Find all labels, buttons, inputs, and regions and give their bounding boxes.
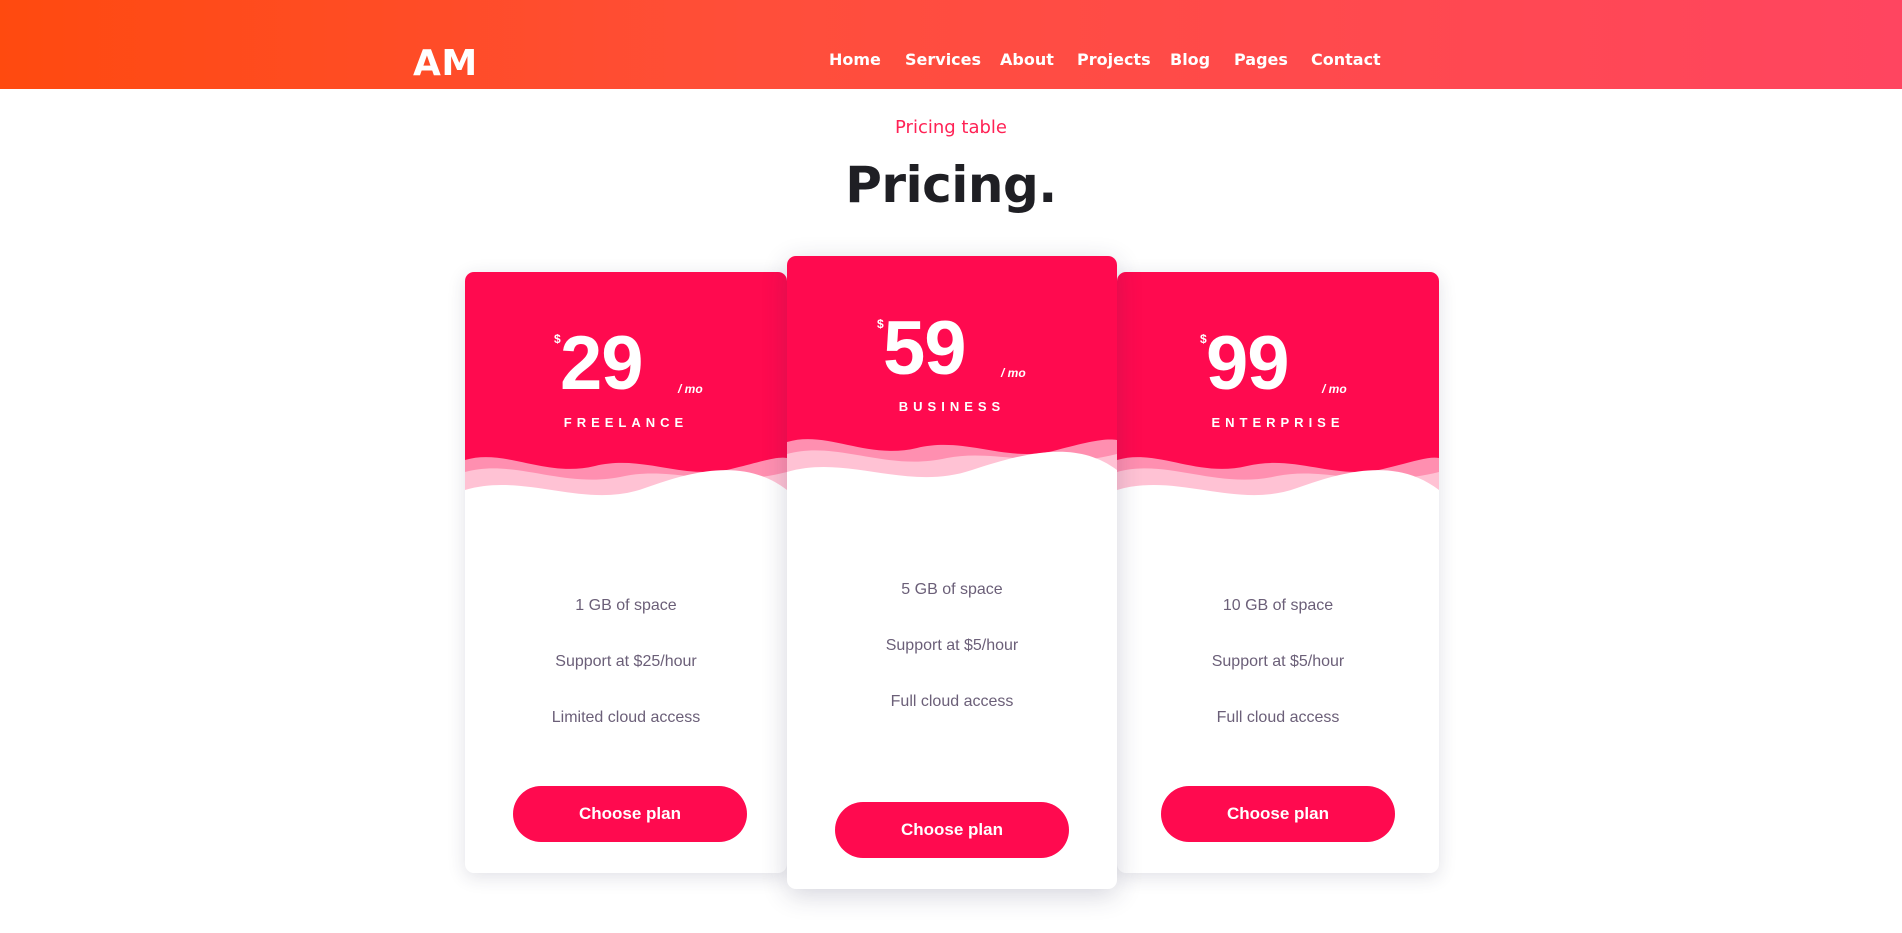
feature-item: 10 GB of space: [1222, 597, 1334, 614]
price-amount: 99: [1206, 321, 1290, 406]
brand-logo[interactable]: AM: [413, 38, 478, 90]
pricing-card-freelance: $ 29 / mo FREELANCE 1 GB of space Suppor…: [465, 272, 787, 873]
nav-item-about[interactable]: About: [1000, 48, 1054, 72]
price-period: / mo: [1322, 382, 1347, 396]
feature-item: Full cloud access: [890, 693, 1014, 710]
feature-item: 1 GB of space: [575, 597, 677, 614]
nav-item-services[interactable]: Services: [905, 48, 981, 72]
section-subtitle: Pricing table: [895, 117, 1007, 138]
nav-item-projects[interactable]: Projects: [1077, 48, 1151, 72]
page-title: Pricing.: [845, 156, 1057, 214]
pricing-card-business: $ 59 / mo BUSINESS 5 GB of space Support…: [787, 256, 1117, 889]
nav-item-pages[interactable]: Pages: [1234, 48, 1288, 72]
nav-item-home[interactable]: Home: [829, 48, 881, 72]
feature-item: Support at $5/hour: [1211, 653, 1345, 670]
choose-plan-button[interactable]: Choose plan: [513, 786, 747, 842]
feature-item: Support at $25/hour: [555, 653, 697, 670]
plan-name: BUSINESS: [898, 399, 1006, 414]
wave-decoration: [787, 439, 1117, 504]
wave-decoration: [1117, 457, 1439, 520]
pricing-card-enterprise: $ 99 / mo ENTERPRISE 10 GB of space Supp…: [1117, 272, 1439, 873]
nav-item-contact[interactable]: Contact: [1311, 48, 1381, 72]
price-amount: 59: [883, 306, 967, 391]
feature-item: Support at $5/hour: [885, 637, 1019, 654]
choose-plan-button[interactable]: Choose plan: [1161, 786, 1395, 842]
plan-name: FREELANCE: [563, 415, 689, 430]
feature-item: Limited cloud access: [551, 709, 701, 726]
price-period: / mo: [1001, 366, 1026, 380]
navbar: AM Home Services About Projects Blog Pag…: [0, 0, 1902, 89]
wave-decoration: [465, 457, 787, 520]
feature-item: 5 GB of space: [901, 581, 1003, 598]
choose-plan-button[interactable]: Choose plan: [835, 802, 1069, 858]
plan-name: ENTERPRISE: [1211, 415, 1345, 430]
price-amount: 29: [560, 321, 644, 406]
price-period: / mo: [678, 382, 703, 396]
nav-item-blog[interactable]: Blog: [1170, 48, 1210, 72]
feature-item: Full cloud access: [1216, 709, 1340, 726]
